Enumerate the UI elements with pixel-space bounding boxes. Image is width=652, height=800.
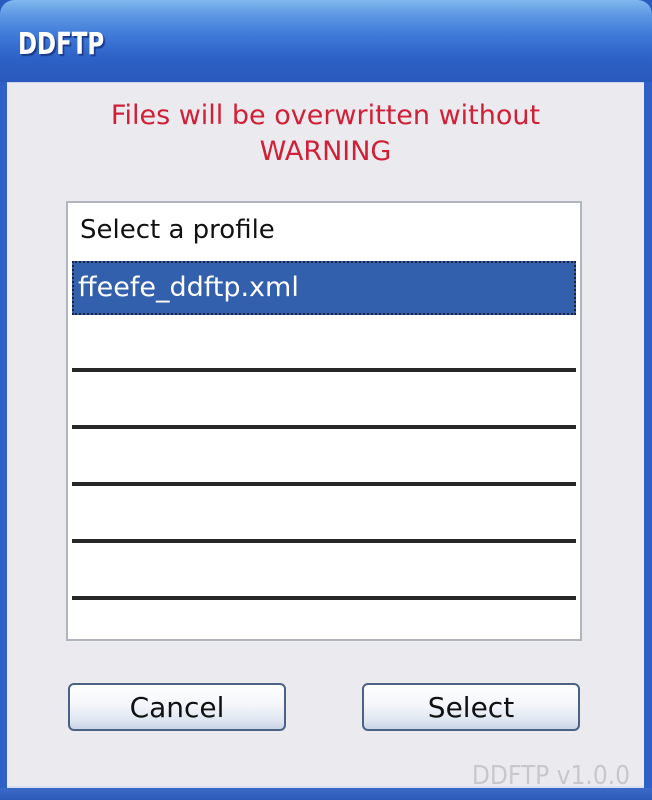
warning-line-2: WARNING [259,136,392,167]
list-header: Select a profile [80,215,275,245]
list-row-empty[interactable] [72,486,576,543]
warning-line-1: Files will be overwritten without [110,100,541,131]
cancel-button[interactable]: Cancel [68,683,286,731]
title-bar[interactable]: DDFTP [0,0,652,82]
version-label: DDFTP v1.0.0 [471,761,630,791]
dialog-body: Files will be overwritten without WARNIN… [7,82,644,791]
list-item[interactable]: ffeefe_ddftp.xml [72,261,576,315]
list-row-empty[interactable] [72,315,576,372]
overwrite-warning: Files will be overwritten without WARNIN… [7,98,644,170]
window-title: DDFTP [18,27,105,62]
list-row-empty[interactable] [72,372,576,429]
profile-listbox[interactable]: Select a profile ffeefe_ddftp.xml [66,201,582,641]
dialog-window: DDFTP Files will be overwritten without … [0,0,652,800]
select-button[interactable]: Select [362,683,580,731]
list-row-empty[interactable] [72,429,576,486]
window-frame-bottom [0,788,652,800]
list-row-empty[interactable] [72,543,576,600]
